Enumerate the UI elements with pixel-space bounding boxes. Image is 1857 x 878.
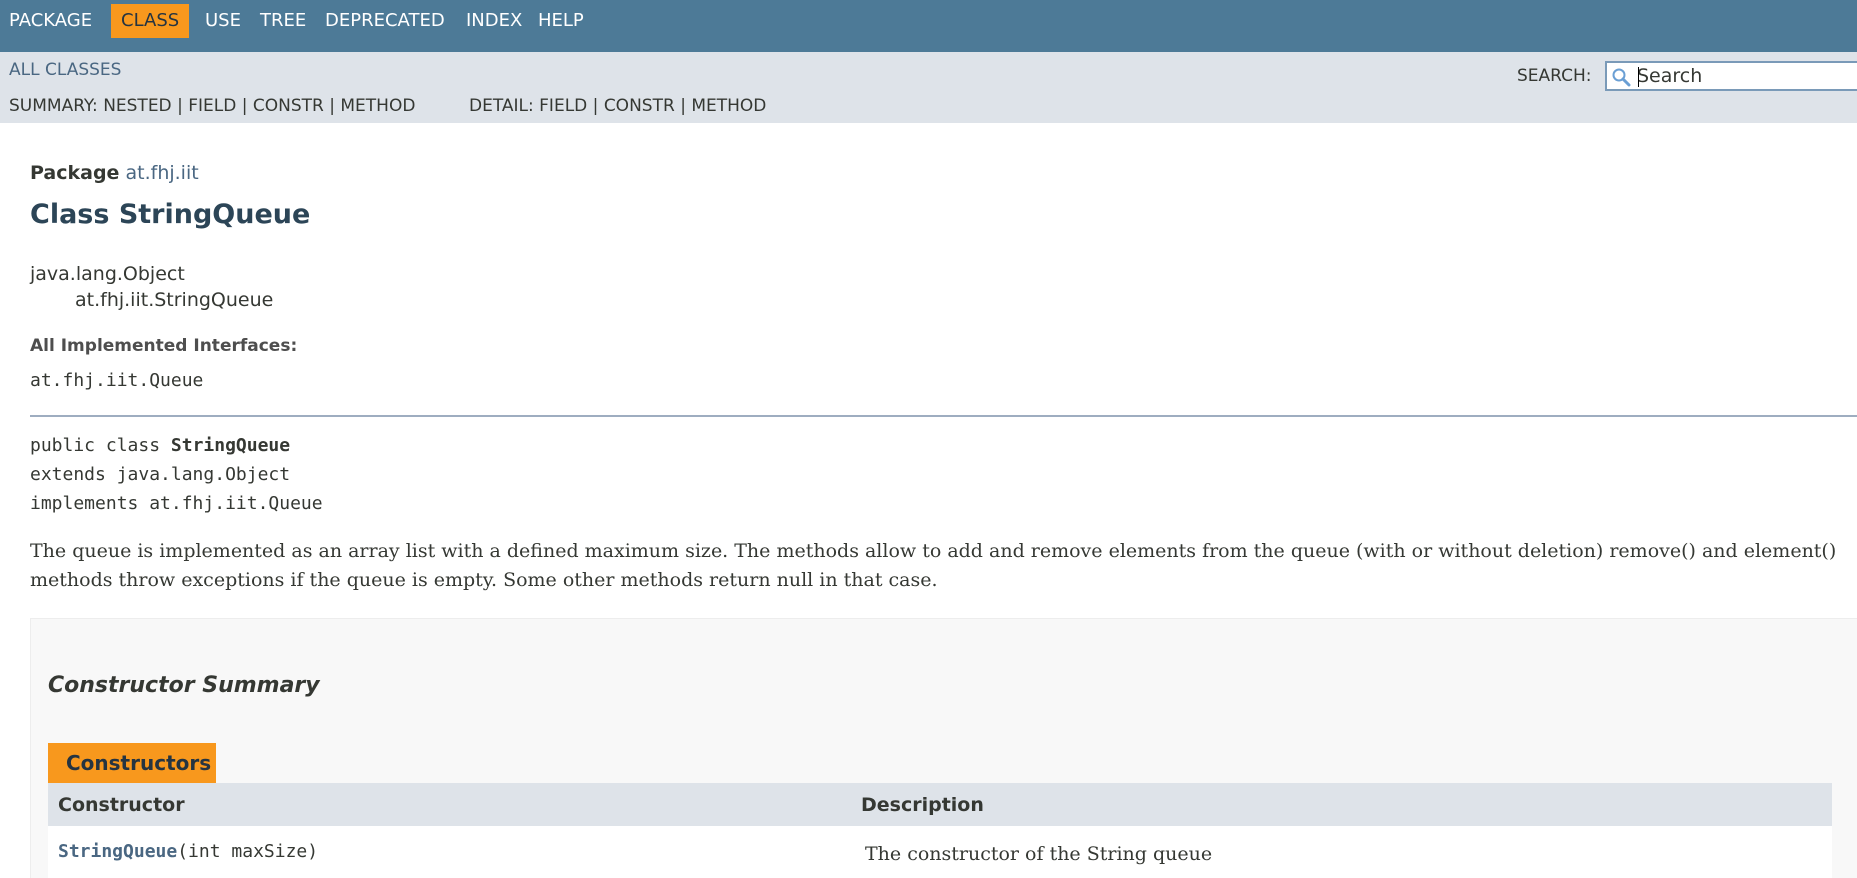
class-declaration-line1: public class StringQueue bbox=[30, 435, 290, 456]
separator: | bbox=[177, 96, 183, 116]
constructor-description: The constructor of the String queue bbox=[865, 843, 1213, 865]
col-header-description: Description bbox=[861, 794, 984, 816]
decl-prefix: public class bbox=[30, 435, 171, 456]
package-link[interactable]: at.fhj.iit bbox=[126, 162, 199, 184]
class-description: The queue is implemented as an array lis… bbox=[30, 540, 1837, 591]
summary-label: SUMMARY: bbox=[9, 96, 98, 116]
summary-nav: SUMMARY: NESTED | FIELD | CONSTR | METHO… bbox=[9, 96, 415, 116]
divider bbox=[30, 415, 1857, 417]
top-navbar: PACKAGE CLASS USE TREE DEPRECATED INDEX … bbox=[0, 0, 1857, 52]
summary-field: FIELD bbox=[188, 96, 237, 116]
decl-class-name: StringQueue bbox=[170, 435, 291, 456]
inheritance-child: at.fhj.iit.StringQueue bbox=[75, 289, 274, 311]
summary-constr-link[interactable]: CONSTR bbox=[253, 96, 324, 116]
package-label: Package bbox=[30, 162, 120, 184]
package-line: Package at.fhj.iit bbox=[30, 162, 199, 184]
summary-nested: NESTED bbox=[103, 96, 172, 116]
summary-method-link[interactable]: METHOD bbox=[340, 96, 415, 116]
detail-method-link[interactable]: METHOD bbox=[691, 96, 766, 116]
page-title: Class StringQueue bbox=[30, 199, 311, 230]
col-header-constructor: Constructor bbox=[58, 794, 185, 816]
nav-index[interactable]: INDEX bbox=[466, 4, 522, 38]
search-input[interactable] bbox=[1637, 65, 1857, 87]
separator: | bbox=[592, 96, 599, 116]
nav-package[interactable]: PACKAGE bbox=[9, 4, 92, 38]
nav-class[interactable]: CLASS bbox=[111, 4, 190, 38]
constructor-link[interactable]: StringQueue bbox=[58, 841, 177, 862]
class-declaration-line2: extends java.lang.Object bbox=[30, 464, 291, 485]
constructor-summary-heading: Constructor Summary bbox=[48, 673, 320, 698]
nav-use[interactable]: USE bbox=[205, 4, 241, 38]
nav-deprecated[interactable]: DEPRECATED bbox=[325, 4, 445, 38]
constructor-signature: StringQueue(int maxSize) bbox=[58, 841, 318, 862]
separator: | bbox=[680, 96, 686, 116]
detail-constr-link[interactable]: CONSTR bbox=[604, 96, 675, 116]
inheritance-parent: java.lang.Object bbox=[30, 263, 185, 285]
class-declaration-line3: implements at.fhj.iit.Queue bbox=[30, 493, 323, 514]
table-header: Constructor Description bbox=[48, 783, 1832, 826]
search-box[interactable] bbox=[1605, 61, 1857, 91]
all-classes-link[interactable]: ALL CLASSES bbox=[9, 60, 121, 80]
nav-help[interactable]: HELP bbox=[538, 4, 584, 38]
interfaces-value: at.fhj.iit.Queue bbox=[30, 370, 204, 391]
constructors-tab: Constructors bbox=[48, 743, 216, 783]
search-icon bbox=[1612, 68, 1631, 87]
constructor-params: (int maxSize) bbox=[177, 841, 319, 862]
table-row: StringQueue(int maxSize) The constructor… bbox=[48, 826, 1832, 878]
search-label: SEARCH: bbox=[1517, 66, 1592, 86]
interfaces-label: All Implemented Interfaces: bbox=[30, 336, 298, 356]
separator: | bbox=[241, 96, 248, 116]
detail-nav: DETAIL: FIELD | CONSTR | METHOD bbox=[469, 96, 766, 116]
text-cursor bbox=[1638, 67, 1639, 87]
detail-label: DETAIL: bbox=[469, 96, 534, 116]
separator: | bbox=[329, 96, 335, 116]
nav-tree[interactable]: TREE bbox=[260, 4, 306, 38]
detail-field: FIELD bbox=[539, 96, 588, 116]
